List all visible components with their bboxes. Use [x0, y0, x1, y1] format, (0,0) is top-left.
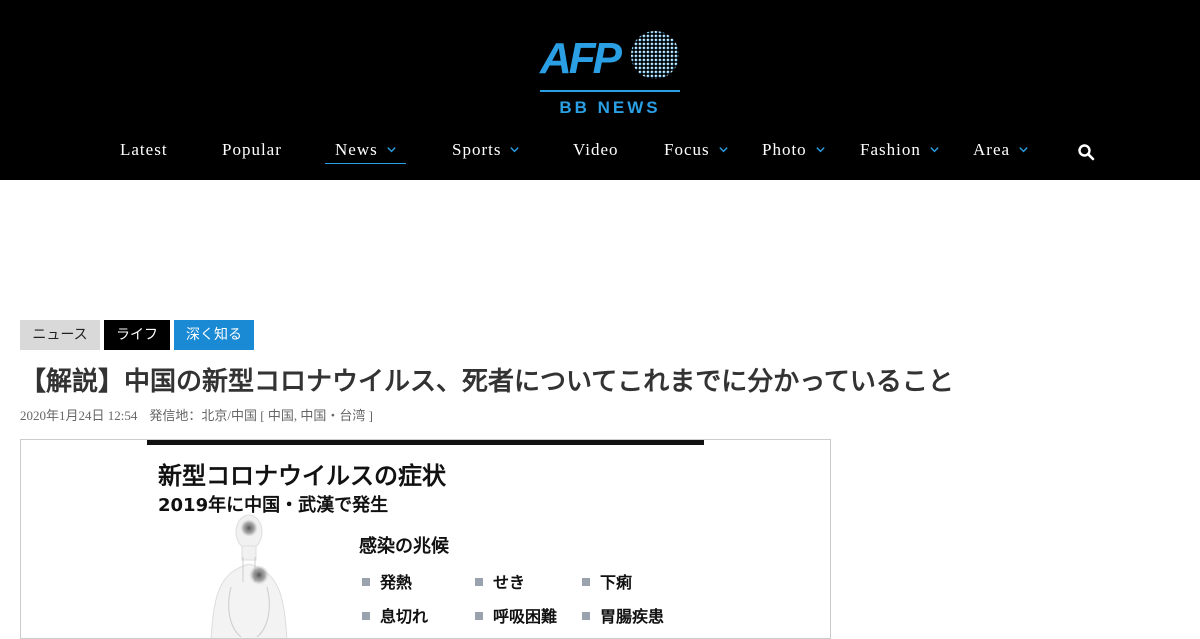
human-body-illustration [210, 514, 288, 638]
bullet-icon [362, 577, 370, 586]
chevron-down-icon [816, 146, 825, 152]
signs-heading: 感染の兆候 [359, 536, 449, 557]
afp-logo[interactable]: AFP BB NEWS [538, 28, 684, 120]
main-nav: Latest Popular News Sports Video Focus P… [0, 136, 1200, 166]
chevron-down-icon [718, 146, 728, 152]
article-headline: 【解説】中国の新型コロナウイルス、死者についてこれまでに分かっていること [20, 367, 954, 397]
bullet-icon [582, 577, 590, 586]
search-icon[interactable] [1077, 143, 1095, 161]
nav-item-label: Popular [222, 140, 282, 159]
chevron-down-icon [510, 146, 520, 152]
logo-divider [540, 90, 680, 92]
logo-text: AFP [540, 34, 622, 83]
chevron-down-icon [930, 146, 939, 152]
chevron-down-icon [387, 146, 396, 152]
nav-item-label: Latest [120, 140, 168, 159]
ad-space [0, 180, 1200, 310]
tag-deep-dive[interactable]: 深く知る [174, 320, 254, 350]
article-meta: 2020年1月24日 12:54 発信地：北京/中国 [ 中国, 中国・台湾 ] [20, 405, 385, 424]
tag-news[interactable]: ニュース [20, 320, 100, 350]
bullet-icon [362, 611, 370, 620]
nav-item-latest[interactable]: Latest [120, 136, 168, 164]
symptom-item: 息切れ [362, 603, 428, 627]
bullet-icon [475, 577, 483, 586]
article-infographic[interactable]: 新型コロナウイルスの症状 2019年に中国・武漢で発生 感染の兆候 発熱 せき … [20, 439, 831, 639]
symptom-item: せき [475, 569, 525, 593]
symptom-item: 胃腸疾患 [582, 603, 664, 627]
nav-item-label: Focus [664, 140, 710, 159]
site-header: AFP BB NEWS Latest Popular News Sports V… [0, 0, 1200, 180]
symptom-item: 発熱 [362, 569, 412, 593]
nav-item-area[interactable]: Area [973, 136, 1029, 164]
nav-item-label: Area [973, 140, 1011, 159]
chevron-down-icon [1019, 146, 1028, 152]
nav-item-news[interactable]: News [325, 136, 406, 164]
nav-item-label: Video [573, 140, 619, 159]
bullet-icon [582, 611, 590, 620]
symptom-item: 下痢 [582, 569, 632, 593]
tag-life[interactable]: ライフ [104, 320, 170, 350]
infographic-top-bar [147, 440, 704, 445]
nav-item-popular[interactable]: Popular [222, 136, 282, 164]
bullet-icon [475, 611, 483, 620]
nav-item-label: Photo [762, 140, 807, 159]
symptom-item: 呼吸困難 [475, 603, 557, 627]
globe-icon [631, 31, 679, 79]
nav-item-fashion[interactable]: Fashion [860, 136, 940, 164]
nav-item-sports[interactable]: Sports [452, 136, 520, 164]
article-location: 発信地：北京/中国 [ 中国, 中国・台湾 ] [149, 408, 373, 423]
infographic-title: 新型コロナウイルスの症状 [158, 462, 446, 490]
nav-item-photo[interactable]: Photo [762, 136, 826, 164]
nav-item-label: Sports [452, 140, 502, 159]
nav-item-label: News [335, 140, 378, 159]
article-date: 2020年1月24日 12:54 [20, 408, 138, 423]
nav-item-label: Fashion [860, 140, 921, 159]
nav-item-focus[interactable]: Focus [664, 136, 729, 164]
logo-subtext: BB NEWS [559, 98, 661, 117]
nav-item-video[interactable]: Video [573, 136, 619, 164]
